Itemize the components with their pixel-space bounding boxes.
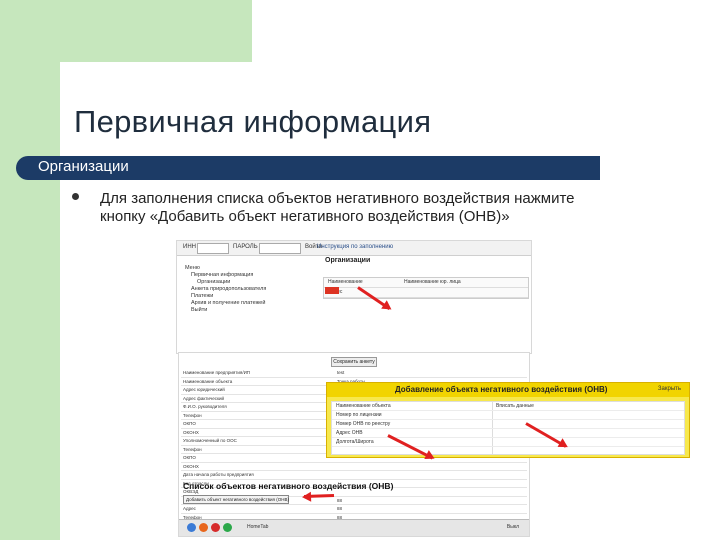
form-label: Адрес xyxy=(183,506,196,511)
tree-item[interactable]: Платежи xyxy=(185,293,266,300)
dialog-row: Номер ОНВ по реестру xyxy=(332,420,684,429)
dialog-close-button[interactable]: Закрыть xyxy=(658,386,681,392)
form-row: Адрес 88 xyxy=(181,505,527,514)
firefox-icon[interactable] xyxy=(199,523,208,532)
slide-title: Первичная информация xyxy=(74,104,432,139)
form-label: Ф.И.О. руководителя xyxy=(183,404,227,409)
org-title: Организации xyxy=(325,257,371,264)
add-org-icon[interactable] xyxy=(325,287,339,294)
onv-list-title: Список объектов негативного воздействия … xyxy=(183,481,394,491)
form-value[interactable]: 88 xyxy=(337,498,342,503)
password-input[interactable] xyxy=(259,243,301,254)
form-label: Дата начала работы предприятия xyxy=(183,472,254,477)
dialog-row: Номер по лицензии xyxy=(332,411,684,420)
taskbar-label[interactable]: HomeTab xyxy=(247,524,268,530)
tree-item[interactable]: Выйти xyxy=(185,307,266,314)
form-row: ОКОНХ xyxy=(181,463,527,471)
form-label: ОКОНХ xyxy=(183,463,199,469)
form-label: Телефон xyxy=(183,412,202,418)
tree-item[interactable]: Меню xyxy=(185,265,266,272)
dialog-label: Наименование объекта xyxy=(336,403,391,409)
form-label: Наименование предприятия/ИП xyxy=(183,370,251,375)
form-value[interactable]: 88 xyxy=(337,506,342,511)
tree-item[interactable]: Организации xyxy=(185,279,266,286)
form-value[interactable]: test xyxy=(337,370,344,375)
form-row: Дата начала работы предприятия xyxy=(181,471,527,480)
dialog-label: Адрес ОНВ xyxy=(336,430,363,436)
dialog-row: Долгота/Широта xyxy=(332,438,684,447)
tree-item[interactable]: Архив и получение платежей xyxy=(185,300,266,307)
dialog-title: Добавление объекта негативного воздейств… xyxy=(395,385,608,394)
form-label: Телефон xyxy=(183,446,202,452)
bullet-dot-icon xyxy=(72,193,79,200)
inn-input[interactable] xyxy=(197,243,229,254)
form-label: Уполномоченный по ООС xyxy=(183,438,237,443)
taskbar-right[interactable]: Выкл xyxy=(507,524,519,530)
help-link[interactable]: Инструкция по заполнению xyxy=(317,244,393,250)
table-row: Наименование Наименование юр. лица xyxy=(324,278,528,288)
form-label: Адрес фактический xyxy=(183,395,225,401)
save-questionnaire-button[interactable]: Сохранить анкету xyxy=(331,357,377,367)
dialog-value[interactable]: Вписать данные xyxy=(496,403,534,409)
dialog-titlebar: Добавление объекта негативного воздейств… xyxy=(327,383,689,397)
dialog-row: Адрес ОНВ xyxy=(332,429,684,438)
add-onv-dialog: Добавление объекта негативного воздейств… xyxy=(326,382,690,458)
browser-icon[interactable] xyxy=(187,523,196,532)
green-left-band xyxy=(0,0,60,540)
inn-label: ИНН xyxy=(183,244,196,250)
nav-tree: Меню Первичная информация Организации Ан… xyxy=(185,265,266,314)
login-bar: ИНН ПАРОЛЬ Войти Инструкция по заполнени… xyxy=(177,241,531,256)
dialog-row: Наименование объекта Вписать данные xyxy=(332,402,684,411)
chrome-icon[interactable] xyxy=(223,523,232,532)
password-label: ПАРОЛЬ xyxy=(233,244,258,250)
section-label: Организации xyxy=(38,158,129,175)
tree-item[interactable]: Первичная информация xyxy=(185,272,266,279)
org-table: НаименованиеНаименование юр. лица Адрес xyxy=(323,277,529,299)
form-label: ОКПО xyxy=(183,421,196,426)
table-row: Адрес xyxy=(324,288,528,298)
form-label: ОКОНХ xyxy=(183,429,199,435)
dialog-body: Наименование объекта Вписать данные Номер … xyxy=(331,401,685,455)
opera-icon[interactable] xyxy=(211,523,220,532)
dialog-label: Долгота/Широта xyxy=(336,439,374,445)
form-label: Адрес юридический xyxy=(183,387,225,392)
tree-item[interactable]: Анкета природопользователя xyxy=(185,286,266,293)
dialog-label: Номер ОНВ по реестру xyxy=(336,421,391,427)
taskbar: HomeTab Выкл xyxy=(179,519,529,536)
dialog-label: Номер по лицензии xyxy=(336,412,382,418)
form-label: Наименование объекта xyxy=(183,378,233,384)
form-row: Наименование предприятия/ИП test xyxy=(181,369,527,378)
section-bar: Организации xyxy=(16,156,600,180)
screenshot-organizations-page: ИНН ПАРОЛЬ Войти Инструкция по заполнени… xyxy=(176,240,532,354)
add-onv-button[interactable]: Добавить объект негативного воздействия … xyxy=(183,495,289,504)
form-label: ОКПО xyxy=(183,455,196,460)
bullet-text: Для заполнения списка объектов негативно… xyxy=(100,190,575,225)
